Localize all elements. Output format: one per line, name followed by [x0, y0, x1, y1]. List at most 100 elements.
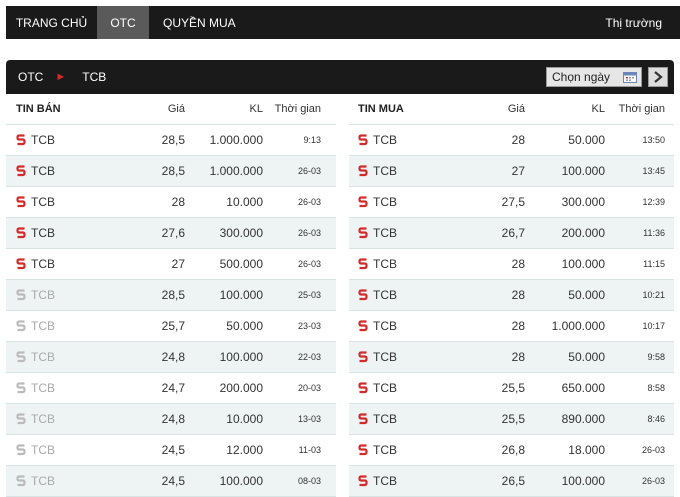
- nav-home[interactable]: TRANG CHỦ: [6, 6, 97, 39]
- volume-cell: 50.000: [226, 319, 263, 333]
- symbol-cell[interactable]: TCB: [6, 257, 116, 271]
- table-row[interactable]: TCB 28 10.000 26-03: [6, 187, 336, 218]
- volume-cell: 100.000: [561, 164, 605, 178]
- date-picker[interactable]: Chọn ngày: [546, 67, 642, 87]
- symbol-cell[interactable]: TCB: [349, 195, 449, 209]
- symbol-cell[interactable]: TCB: [6, 288, 116, 302]
- time-cell: 13-03: [297, 414, 321, 424]
- table-row[interactable]: TCB 28 100.000 11:15: [349, 249, 674, 280]
- stock-symbol: TCB: [373, 226, 397, 240]
- price-cell: 25,5: [501, 412, 525, 426]
- sell-table-header: TIN BÁN Giá KL Thời gian: [6, 94, 336, 125]
- table-row[interactable]: TCB 28,5 1.000.000 9:13: [6, 125, 336, 156]
- volume-cell: 12.000: [226, 443, 263, 457]
- time-cell: 13:45: [642, 166, 665, 176]
- nav-market[interactable]: Thị trường: [605, 16, 662, 30]
- table-row[interactable]: TCB 27,5 300.000 12:39: [349, 187, 674, 218]
- table-row[interactable]: TCB 28 1.000.000 10:17: [349, 311, 674, 342]
- symbol-cell[interactable]: TCB: [349, 474, 449, 488]
- table-row[interactable]: TCB 28 50.000 13:50: [349, 125, 674, 156]
- stock-symbol: TCB: [31, 195, 55, 209]
- table-row[interactable]: TCB 28,5 1.000.000 26-03: [6, 156, 336, 187]
- stock-symbol: TCB: [373, 350, 397, 364]
- symbol-cell[interactable]: TCB: [349, 226, 449, 240]
- stock-symbol: TCB: [31, 412, 55, 426]
- symbol-cell[interactable]: TCB: [6, 443, 116, 457]
- stock-symbol: TCB: [31, 257, 55, 271]
- symbol-cell[interactable]: TCB: [349, 412, 449, 426]
- price-cell: 27: [171, 257, 185, 271]
- time-cell: 26-03: [297, 228, 321, 238]
- nav-otc[interactable]: OTC: [97, 6, 149, 39]
- time-cell: 11-03: [298, 445, 321, 455]
- time-cell: 9:58: [647, 352, 665, 362]
- price-cell: 28: [511, 133, 525, 147]
- table-row[interactable]: TCB 26,8 18.000 26-03: [349, 435, 674, 466]
- volume-cell: 500.000: [219, 257, 263, 271]
- s-logo-icon: [16, 227, 26, 239]
- s-logo-icon: [358, 382, 368, 394]
- buy-table: TIN MUA Giá KL Thời gian TCB 28 50.000 13:5…: [349, 94, 674, 497]
- symbol-cell[interactable]: TCB: [6, 474, 116, 488]
- s-logo-icon: [16, 196, 26, 208]
- symbol-cell[interactable]: TCB: [349, 350, 449, 364]
- breadcrumb-otc[interactable]: OTC: [18, 70, 43, 84]
- price-cell: 28: [171, 195, 185, 209]
- s-logo-icon: [358, 258, 368, 270]
- volume-cell: 300.000: [561, 195, 605, 209]
- table-row[interactable]: TCB 26,7 200.000 11:36: [349, 218, 674, 249]
- table-row[interactable]: TCB 27 500.000 26-03: [6, 249, 336, 280]
- symbol-cell[interactable]: TCB: [6, 412, 116, 426]
- table-row[interactable]: TCB 28,5 100.000 25-03: [6, 280, 336, 311]
- symbol-cell[interactable]: TCB: [349, 257, 449, 271]
- symbol-cell[interactable]: TCB: [349, 288, 449, 302]
- time-cell: 26-03: [641, 445, 665, 455]
- symbol-cell[interactable]: TCB: [349, 381, 449, 395]
- table-row[interactable]: TCB 24,7 200.000 20-03: [6, 373, 336, 404]
- symbol-cell[interactable]: TCB: [6, 381, 116, 395]
- table-row[interactable]: TCB 25,5 890.000 8:46: [349, 404, 674, 435]
- symbol-cell[interactable]: TCB: [349, 443, 449, 457]
- stock-symbol: TCB: [31, 443, 55, 457]
- symbol-cell[interactable]: TCB: [349, 164, 449, 178]
- symbol-cell[interactable]: TCB: [6, 195, 116, 209]
- volume-cell: 200.000: [219, 381, 263, 395]
- column-header-sell: TIN BÁN: [16, 103, 61, 115]
- stock-symbol: TCB: [373, 195, 397, 209]
- volume-cell: 890.000: [561, 412, 605, 426]
- time-cell: 13:50: [642, 135, 665, 145]
- sell-table: TIN BÁN Giá KL Thời gian TCB 28,5 1.000.00…: [6, 94, 336, 497]
- volume-cell: 300.000: [219, 226, 263, 240]
- symbol-cell[interactable]: TCB: [349, 319, 449, 333]
- table-row[interactable]: TCB 24,8 100.000 22-03: [6, 342, 336, 373]
- stock-symbol: TCB: [31, 381, 55, 395]
- table-row[interactable]: TCB 24,8 10.000 13-03: [6, 404, 336, 435]
- table-row[interactable]: TCB 28 50.000 10:21: [349, 280, 674, 311]
- symbol-cell[interactable]: TCB: [6, 319, 116, 333]
- column-header-volume: KL: [591, 103, 605, 115]
- symbol-cell[interactable]: TCB: [6, 226, 116, 240]
- panel-header: OTC ► TCB Chọn ngày: [6, 60, 674, 94]
- symbol-cell[interactable]: TCB: [6, 164, 116, 178]
- symbol-cell[interactable]: TCB: [6, 350, 116, 364]
- volume-cell: 100.000: [561, 474, 605, 488]
- price-cell: 28: [511, 319, 525, 333]
- volume-cell: 50.000: [568, 350, 605, 364]
- price-cell: 28,5: [161, 164, 185, 178]
- price-cell: 24,5: [161, 443, 185, 457]
- next-button[interactable]: [648, 67, 668, 87]
- volume-cell: 1.000.000: [551, 319, 605, 333]
- symbol-cell[interactable]: TCB: [349, 133, 449, 147]
- stock-symbol: TCB: [373, 257, 397, 271]
- table-row[interactable]: TCB 25,7 50.000 23-03: [6, 311, 336, 342]
- stock-symbol: TCB: [31, 350, 55, 364]
- nav-rights[interactable]: QUYỀN MUA: [149, 6, 251, 39]
- table-row[interactable]: TCB 25,5 650.000 8:58: [349, 373, 674, 404]
- symbol-cell[interactable]: TCB: [6, 133, 116, 147]
- table-row[interactable]: TCB 27,6 300.000 26-03: [6, 218, 336, 249]
- table-row[interactable]: TCB 28 50.000 9:58: [349, 342, 674, 373]
- table-row[interactable]: TCB 24,5 12.000 11-03: [6, 435, 336, 466]
- table-row[interactable]: TCB 27 100.000 13:45: [349, 156, 674, 187]
- chevron-right-icon: [654, 71, 663, 83]
- time-cell: 9:13: [303, 135, 321, 145]
